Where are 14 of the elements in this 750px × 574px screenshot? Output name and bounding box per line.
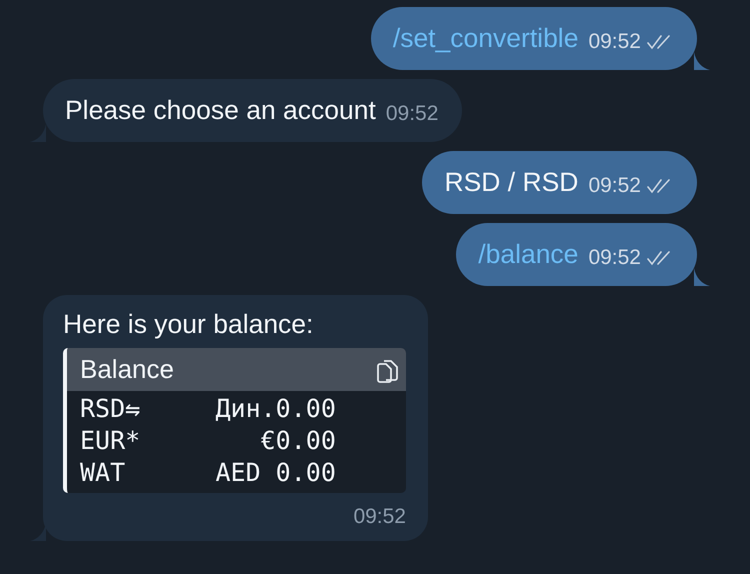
message-time: 09:52 (588, 246, 641, 270)
message-time: 09:52 (588, 30, 641, 54)
message-text: Please choose an account (65, 95, 376, 126)
message-time: 09:52 (353, 505, 406, 529)
code-title: Balance (80, 354, 174, 385)
code-line: WAT AED 0.00 (80, 457, 337, 489)
message-text: Here is your balance: (63, 309, 314, 340)
code-line: EUR* €0.00 (80, 425, 337, 457)
command-link[interactable]: /set_convertible (392, 23, 578, 54)
code-line: RSD⇋ Дин.0.00 (80, 393, 337, 425)
message-time: 09:52 (386, 102, 438, 126)
command-link[interactable]: /balance (478, 239, 578, 270)
message-text: RSD / RSD (444, 167, 578, 198)
message-time: 09:52 (588, 174, 641, 198)
